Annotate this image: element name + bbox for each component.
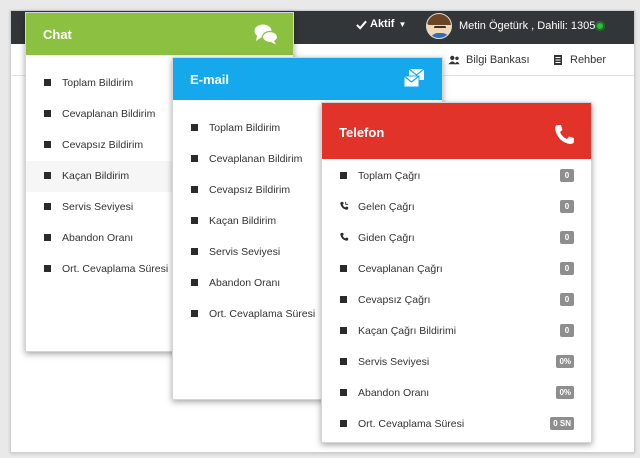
item-label: Toplam Bildirim <box>209 122 281 134</box>
item-label: Cevapsız Bildirim <box>62 139 144 151</box>
envelopes-icon <box>403 68 425 88</box>
count-badge: 0 <box>560 169 574 182</box>
status-dropdown[interactable]: Aktif ▼ <box>356 18 406 30</box>
chat-card-title: Chat <box>43 27 72 42</box>
nav-knowledge-base-label: Bilgi Bankası <box>466 54 530 66</box>
item-label: Giden Çağrı <box>358 232 415 244</box>
bullet <box>44 141 51 148</box>
nav-knowledge-base[interactable]: Bilgi Bankası <box>448 54 530 66</box>
phone-stats-list: Toplam Çağrı 0 Gelen Çağrı 0 Giden Çağrı 0 … <box>322 161 591 440</box>
list-item: Servis Seviyesi 0% <box>322 347 591 378</box>
item-label: Cevaplanan Bildirim <box>62 108 156 120</box>
item-label: Servis Seviyesi <box>358 356 430 368</box>
item-label: Ort. Cevaplama Süresi <box>209 308 316 320</box>
phone-card-title: Telefon <box>339 125 385 140</box>
chevron-down-icon: ▼ <box>398 19 407 29</box>
bullet <box>191 279 198 286</box>
duration-badge: 0 SN <box>550 417 574 430</box>
users-icon <box>448 55 460 65</box>
list-item: Cevapsız Çağrı 0 <box>322 285 591 316</box>
item-label: Cevaplanan Bildirim <box>209 153 303 165</box>
count-badge: 0 <box>560 200 574 213</box>
item-label: Abandon Oranı <box>209 277 281 289</box>
percent-badge: 0% <box>556 386 574 399</box>
item-label: Toplam Çağrı <box>358 170 421 182</box>
item-label: Kaçan Çağrı Bildirimi <box>358 325 457 337</box>
item-label: Abandon Oranı <box>358 387 430 399</box>
email-card-title: E-mail <box>190 72 230 87</box>
bullet <box>340 327 347 334</box>
item-label: Gelen Çağrı <box>358 201 415 213</box>
item-label: Ort. Cevaplama Süresi <box>358 418 465 430</box>
check-icon <box>356 20 367 30</box>
item-label: Cevaplanan Çağrı <box>358 263 443 275</box>
count-badge: 0 <box>560 324 574 337</box>
phone-card: Telefon Toplam Çağrı 0 Gelen Çağrı 0 Giden… <box>321 102 592 443</box>
book-icon <box>554 55 562 65</box>
list-item: Gelen Çağrı 0 <box>322 192 591 223</box>
bullet <box>44 234 51 241</box>
bullet <box>340 389 347 396</box>
bullet <box>44 110 51 117</box>
list-item: Giden Çağrı 0 <box>322 223 591 254</box>
item-label: Servis Seviyesi <box>62 201 134 213</box>
online-status-icon <box>595 21 605 31</box>
item-label: Cevapsız Çağrı <box>358 294 431 306</box>
bullet <box>191 155 198 162</box>
user-info[interactable]: Metin Ögetürk , Dahili: 1305 <box>459 20 595 32</box>
list-item: Kaçan Çağrı Bildirimi 0 <box>322 316 591 347</box>
incoming-call-icon <box>340 201 349 210</box>
bullet <box>44 203 51 210</box>
bullet <box>44 79 51 86</box>
bullet <box>340 420 347 427</box>
list-item: Ort. Cevaplama Süresi 0 SN <box>322 409 591 440</box>
count-badge: 0 <box>560 293 574 306</box>
bullet <box>191 248 198 255</box>
count-badge: 0 <box>560 262 574 275</box>
item-label: Servis Seviyesi <box>209 246 281 258</box>
bullet <box>340 172 347 179</box>
chat-bubbles-icon <box>254 24 278 45</box>
bullet <box>340 265 347 272</box>
item-label: Toplam Bildirim <box>62 77 134 89</box>
bullet <box>44 265 51 272</box>
item-label: Ort. Cevaplama Süresi <box>62 263 169 275</box>
count-badge: 0 <box>560 231 574 244</box>
bullet <box>191 217 198 224</box>
chat-card-header: Chat <box>26 13 293 55</box>
list-item: Toplam Çağrı 0 <box>322 161 591 192</box>
avatar[interactable] <box>426 13 452 39</box>
item-label: Kaçan Bildirim <box>209 215 277 227</box>
item-label: Abandon Oranı <box>62 232 134 244</box>
bullet <box>340 358 347 365</box>
percent-badge: 0% <box>556 355 574 368</box>
bullet <box>44 172 51 179</box>
bullet <box>191 186 198 193</box>
item-label: Kaçan Bildirim <box>62 170 130 182</box>
list-item: Cevaplanan Çağrı 0 <box>322 254 591 285</box>
nav-directory-label: Rehber <box>570 54 607 66</box>
list-item: Abandon Oranı 0% <box>322 378 591 409</box>
bullet <box>191 310 198 317</box>
email-card-header: E-mail <box>173 58 442 100</box>
bullet <box>191 124 198 131</box>
phone-icon <box>555 125 574 144</box>
nav-directory[interactable]: Rehber <box>552 54 606 66</box>
outgoing-call-icon <box>340 232 349 241</box>
item-label: Cevapsız Bildirim <box>209 184 291 196</box>
bullet <box>340 296 347 303</box>
status-label: Aktif <box>370 18 395 30</box>
phone-card-header: Telefon <box>322 103 591 159</box>
